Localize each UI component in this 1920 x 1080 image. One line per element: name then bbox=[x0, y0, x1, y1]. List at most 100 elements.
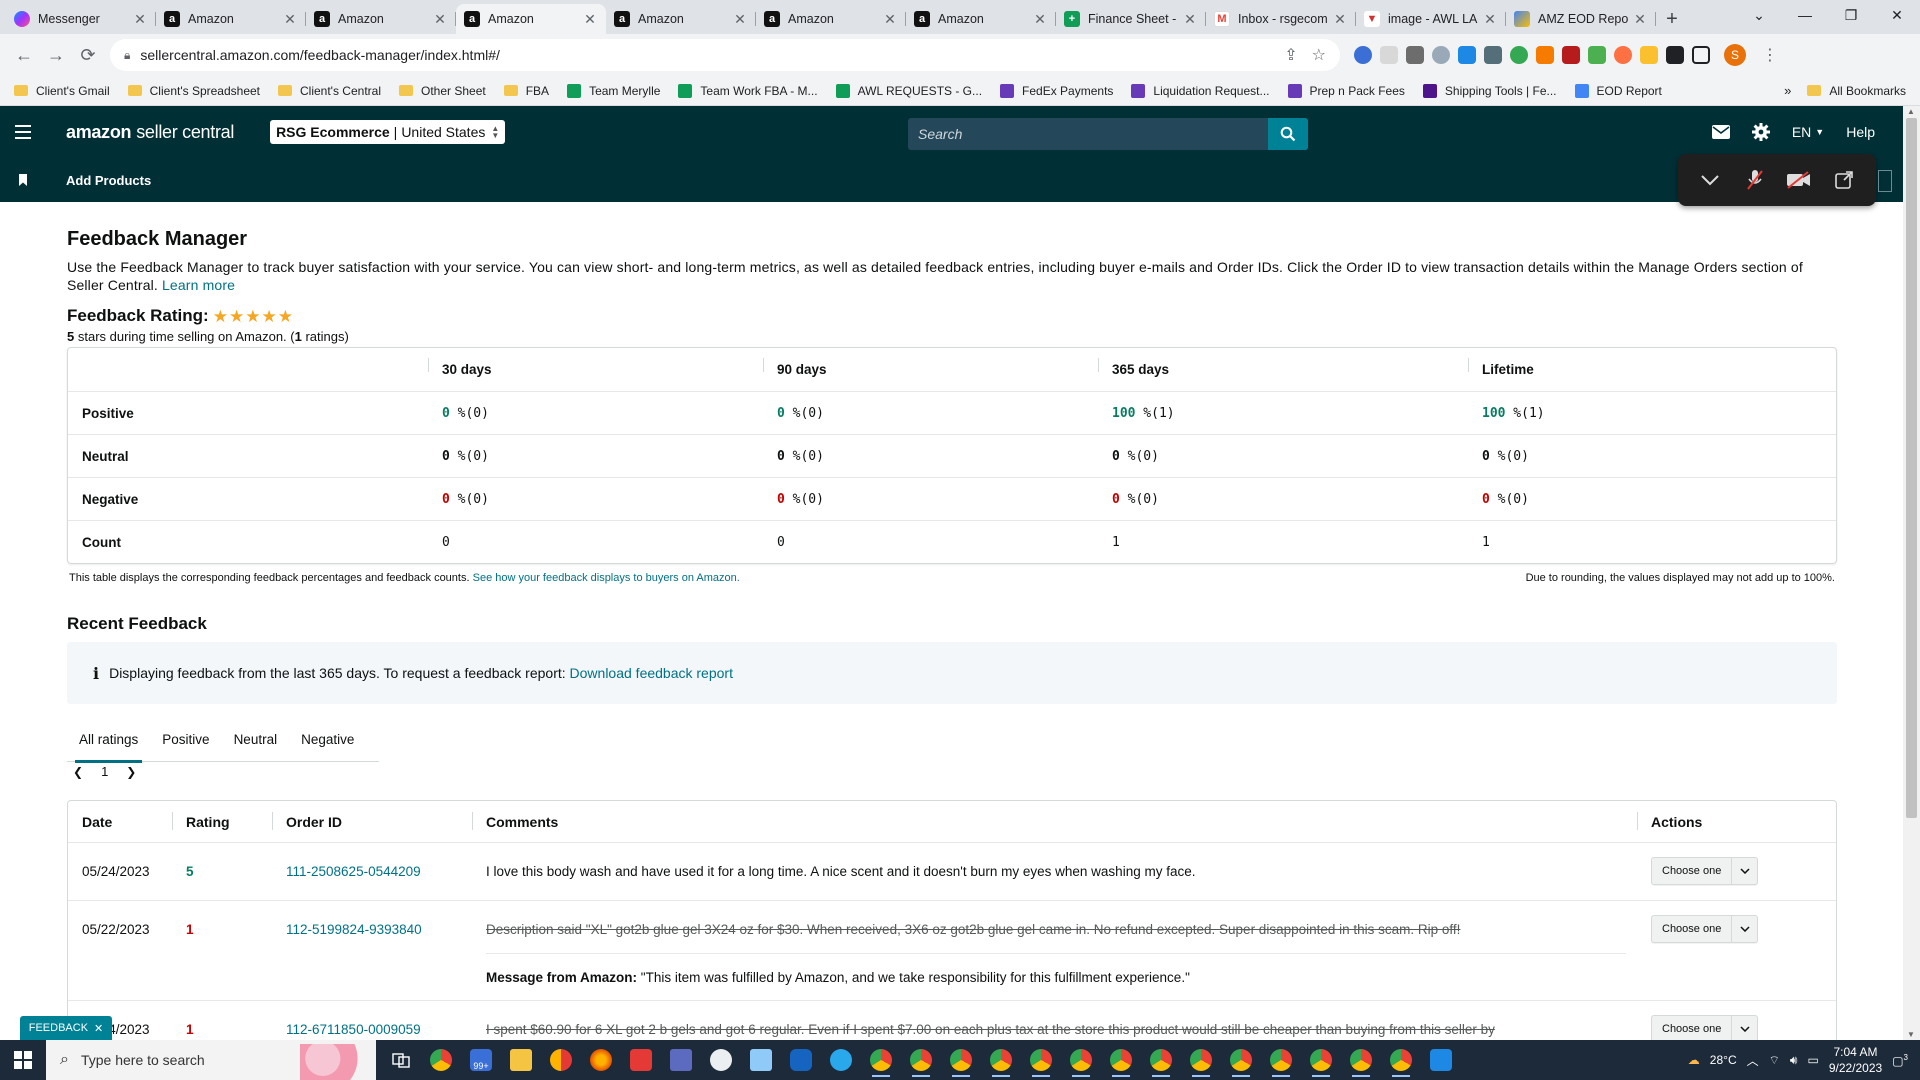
task-view-icon[interactable] bbox=[384, 1043, 418, 1077]
mail-icon[interactable] bbox=[1711, 125, 1730, 139]
extension-icon[interactable] bbox=[1380, 46, 1398, 64]
actions-dropdown[interactable]: Choose one bbox=[1651, 915, 1759, 943]
tab-close-icon[interactable]: ✕ bbox=[282, 11, 298, 28]
extensions-puzzle-icon[interactable] bbox=[1666, 46, 1684, 64]
extension-icon[interactable] bbox=[1588, 46, 1606, 64]
minimize-button[interactable]: — bbox=[1782, 0, 1828, 30]
rating-filter-tab[interactable]: Positive bbox=[150, 718, 221, 762]
tab-close-icon[interactable]: ✕ bbox=[1632, 11, 1648, 28]
collapse-chevron-icon[interactable] bbox=[1695, 174, 1725, 186]
chrome-profile-icon[interactable] bbox=[864, 1043, 898, 1077]
chrome-profile-icon[interactable] bbox=[1104, 1043, 1138, 1077]
new-tab-button[interactable]: + bbox=[1656, 4, 1688, 34]
browser-tab[interactable]: ▼ image - AWL LA ✕ bbox=[1356, 4, 1506, 34]
tab-close-icon[interactable]: ✕ bbox=[1482, 11, 1498, 28]
tab-close-icon[interactable]: ✕ bbox=[432, 11, 448, 28]
scroll-up-icon[interactable]: ▲ bbox=[1907, 107, 1915, 116]
reload-button[interactable]: ⟳ bbox=[72, 39, 104, 71]
bookmark-icon[interactable] bbox=[0, 174, 46, 186]
tab-close-icon[interactable]: ✕ bbox=[1332, 11, 1348, 28]
popout-icon[interactable] bbox=[1829, 171, 1859, 189]
mail-app-icon[interactable]: 99+ bbox=[464, 1043, 498, 1077]
chrome-profile-icon[interactable] bbox=[1144, 1043, 1178, 1077]
learn-more-link[interactable]: Learn more bbox=[162, 277, 235, 293]
actions-dropdown[interactable]: Choose one bbox=[1651, 1015, 1759, 1043]
browser-tab[interactable]: M Inbox - rsgecom ✕ bbox=[1206, 4, 1356, 34]
order-id-link[interactable]: 112-5199824-9393840 bbox=[272, 915, 472, 937]
firefox-icon[interactable] bbox=[584, 1043, 618, 1077]
extension-icon[interactable] bbox=[1536, 46, 1554, 64]
bookmark-item[interactable]: Client's Central bbox=[278, 84, 381, 98]
bookmark-item[interactable]: Client's Spreadsheet bbox=[127, 84, 260, 98]
bookmark-item[interactable]: FedEx Payments bbox=[1000, 83, 1113, 98]
chrome-profile-icon[interactable] bbox=[944, 1043, 978, 1077]
bookmark-star-icon[interactable]: ☆ bbox=[1312, 45, 1326, 65]
bookmark-item[interactable]: EOD Report bbox=[1574, 83, 1662, 98]
bookmark-item[interactable]: Client's Gmail bbox=[14, 84, 110, 98]
taskbar-search[interactable]: ⌕ Type here to search bbox=[46, 1040, 376, 1080]
close-icon[interactable]: ✕ bbox=[94, 1022, 103, 1035]
bookmark-item[interactable]: Liquidation Request... bbox=[1131, 83, 1270, 98]
actions-dropdown[interactable]: Choose one bbox=[1651, 857, 1759, 885]
network-icon[interactable]: ⌔ bbox=[1769, 1053, 1780, 1068]
taskbar-clock[interactable]: 7:04 AM 9/22/2023 bbox=[1829, 1044, 1882, 1076]
prev-page-icon[interactable]: ❮ bbox=[73, 765, 83, 779]
tab-close-icon[interactable]: ✕ bbox=[882, 11, 898, 28]
bookmark-item[interactable]: Prep n Pack Fees bbox=[1287, 83, 1405, 98]
add-products-link[interactable]: Add Products bbox=[66, 173, 151, 188]
chrome-icon[interactable] bbox=[424, 1043, 458, 1077]
rating-filter-tab[interactable]: All ratings bbox=[67, 718, 150, 763]
tab-close-icon[interactable]: ✕ bbox=[582, 11, 598, 28]
battery-icon[interactable]: ▭ bbox=[1807, 1053, 1818, 1067]
rating-filter-tab[interactable]: Negative bbox=[289, 718, 366, 762]
app-icon[interactable] bbox=[744, 1043, 778, 1077]
wps-office-icon[interactable] bbox=[624, 1043, 658, 1077]
language-selector[interactable]: EN ▼ bbox=[1792, 124, 1824, 140]
browser-tab[interactable]: AMZ EOD Repo ✕ bbox=[1506, 4, 1656, 34]
seller-central-logo[interactable]: amazon seller central bbox=[66, 122, 234, 143]
url-omnibox[interactable]: 🔒︎ sellercentral.amazon.com/feedback-man… bbox=[110, 39, 1340, 71]
chrome-profile-icon[interactable] bbox=[1264, 1043, 1298, 1077]
bookmarks-overflow-button[interactable]: » bbox=[1784, 83, 1791, 98]
extension-icon[interactable] bbox=[1458, 46, 1476, 64]
tab-close-icon[interactable]: ✕ bbox=[1182, 11, 1198, 28]
browser-tab[interactable]: a Amazon ✕ bbox=[756, 4, 906, 34]
extension-icon[interactable] bbox=[1354, 46, 1372, 64]
download-feedback-report-link[interactable]: Download feedback report bbox=[570, 665, 733, 681]
browser-menu-icon[interactable]: ⋮ bbox=[1762, 45, 1778, 65]
browser-tab[interactable]: a Amazon ✕ bbox=[306, 4, 456, 34]
app-icon[interactable] bbox=[704, 1043, 738, 1077]
start-button[interactable] bbox=[0, 1051, 46, 1069]
camera-off-icon[interactable] bbox=[1784, 171, 1814, 189]
bookmark-item[interactable]: Other Sheet bbox=[399, 84, 486, 98]
chrome-profile-icon[interactable] bbox=[1024, 1043, 1058, 1077]
browser-tab[interactable]: + Finance Sheet - ✕ bbox=[1056, 4, 1206, 34]
share-icon[interactable]: ⇪ bbox=[1284, 45, 1297, 65]
tab-close-icon[interactable]: ✕ bbox=[132, 11, 148, 28]
feedback-widget-tab[interactable]: FEEDBACK ✕ bbox=[20, 1016, 112, 1040]
chrome-profile-icon[interactable] bbox=[1224, 1043, 1258, 1077]
rating-filter-tab[interactable]: Neutral bbox=[222, 718, 290, 762]
url-text[interactable]: sellercentral.amazon.com/feedback-manage… bbox=[140, 47, 1270, 63]
chrome-profile-icon[interactable] bbox=[1184, 1043, 1218, 1077]
back-button[interactable]: ← bbox=[8, 39, 40, 71]
weather-temp[interactable]: 28°C bbox=[1710, 1053, 1737, 1067]
see-how-feedback-displays-link[interactable]: See how your feedback displays to buyers… bbox=[473, 572, 740, 584]
chrome-profile-icon[interactable] bbox=[984, 1043, 1018, 1077]
page-scrollbar[interactable]: ▲ ▼ bbox=[1903, 106, 1920, 1040]
file-explorer-icon[interactable] bbox=[504, 1043, 538, 1077]
site-info-icon[interactable]: 🔒︎ bbox=[124, 48, 130, 63]
seller-search-input[interactable] bbox=[908, 118, 1268, 150]
tab-close-icon[interactable]: ✕ bbox=[732, 11, 748, 28]
profile-avatar[interactable]: S bbox=[1724, 44, 1746, 66]
extension-icon[interactable] bbox=[1614, 46, 1632, 64]
volume-icon[interactable]: 🔊︎ bbox=[1790, 1053, 1798, 1068]
browser-tab[interactable]: a Amazon ✕ bbox=[456, 4, 606, 34]
extension-icon[interactable] bbox=[1484, 46, 1502, 64]
settings-gear-icon[interactable] bbox=[1751, 123, 1770, 141]
bookmark-item[interactable]: Team Merylle bbox=[567, 83, 660, 98]
current-page-number[interactable]: 1 bbox=[101, 764, 108, 779]
order-id-link[interactable]: 112-6711850-0009059 bbox=[272, 1015, 472, 1037]
extension-icon[interactable] bbox=[1510, 46, 1528, 64]
chrome-profile-icon[interactable] bbox=[904, 1043, 938, 1077]
